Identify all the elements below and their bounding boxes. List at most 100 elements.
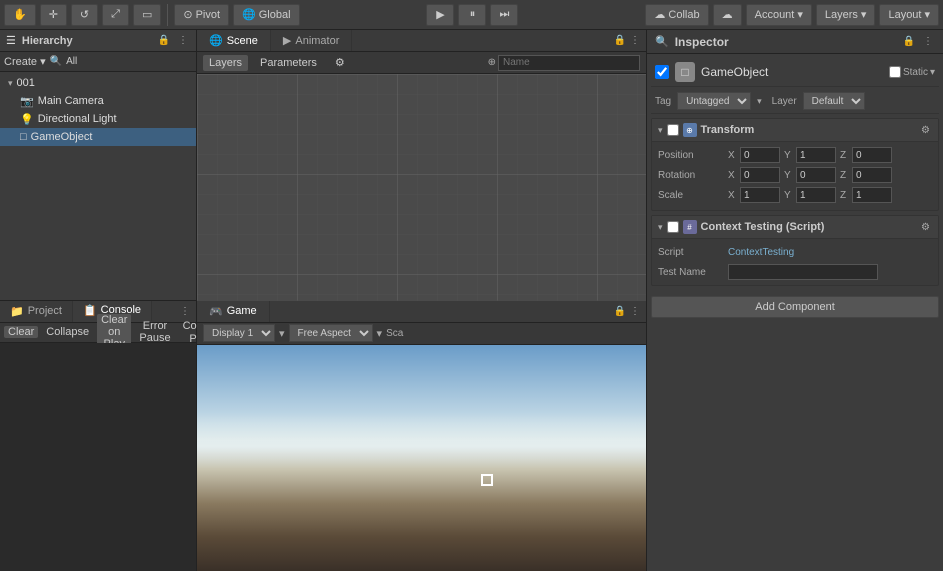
- hierarchy-lock-button[interactable]: 🔒: [156, 35, 172, 46]
- scale-x-group: X: [728, 187, 780, 203]
- inspector-lock-button[interactable]: 🔒: [901, 36, 917, 47]
- pos-z-input[interactable]: [852, 147, 892, 163]
- scale-fields: X Y Z: [728, 187, 932, 203]
- tab-animator[interactable]: ▶ Animator: [271, 30, 353, 51]
- pivot-button[interactable]: ⊙ Pivot: [174, 4, 229, 26]
- animator-parameters-label: Parameters: [260, 57, 317, 69]
- project-console-menu[interactable]: ⋮: [178, 306, 192, 317]
- test-name-row: Test Name: [658, 263, 932, 281]
- move-tool-button[interactable]: ✛: [40, 4, 67, 26]
- game-view[interactable]: [197, 345, 646, 571]
- left-panel: ☰ Hierarchy 🔒 ⋮ Create ▾ 🔍 All ▾ 001: [0, 30, 197, 571]
- layers-button[interactable]: Layers ▾: [816, 4, 876, 26]
- layout-button[interactable]: Layout ▾: [879, 4, 939, 26]
- transform-enable[interactable]: [667, 124, 679, 136]
- context-testing-settings-button[interactable]: ⚙: [919, 222, 932, 233]
- rot-x-input[interactable]: [740, 167, 780, 183]
- context-testing-header[interactable]: ▾ # Context Testing (Script) ⚙: [652, 216, 938, 239]
- transform-header[interactable]: ▾ ⊕ Transform ⚙: [652, 119, 938, 142]
- console-error-pause-button[interactable]: Error Pause: [135, 320, 174, 344]
- position-row: Position X Y Z: [658, 146, 932, 164]
- rot-x-axis: X: [728, 170, 738, 181]
- game-panel-menu[interactable]: ⋮: [628, 306, 642, 317]
- rect-tool-button[interactable]: ▭: [133, 4, 161, 26]
- tab-scene[interactable]: 🌐 Scene: [197, 30, 271, 51]
- game-panel-lock[interactable]: 🔒: [612, 306, 628, 317]
- scale-tool-button[interactable]: ⤢: [102, 4, 129, 26]
- scene-panel-menu[interactable]: ⋮: [628, 35, 642, 46]
- project-console-panel: 📁 Project 📋 Console ⋮ Clear Collapse: [0, 301, 196, 571]
- scene-grid-canvas[interactable]: [197, 74, 646, 301]
- gameobject-active-checkbox[interactable]: [655, 65, 669, 79]
- tab-project[interactable]: 📁 Project: [0, 301, 73, 322]
- scale-row: Scale X Y Z: [658, 186, 932, 204]
- gameobject-icon-hier: □: [20, 131, 27, 143]
- scale-z-input[interactable]: [852, 187, 892, 203]
- rot-y-input[interactable]: [796, 167, 836, 183]
- hierarchy-item-gameobject[interactable]: □ GameObject: [0, 128, 196, 146]
- transform-body: Position X Y Z: [652, 142, 938, 210]
- step-button[interactable]: ⏭: [490, 4, 518, 26]
- scene-panel-lock[interactable]: 🔒: [612, 35, 628, 46]
- animator-auto-button[interactable]: ⚙: [329, 54, 351, 71]
- pos-y-axis: Y: [784, 150, 794, 161]
- pause-button[interactable]: ⏸: [458, 4, 486, 26]
- game-display-dropdown[interactable]: Display 1: [203, 324, 275, 342]
- scale-y-input[interactable]: [796, 187, 836, 203]
- cloud-button[interactable]: ☁: [713, 4, 742, 26]
- add-component-button[interactable]: Add Component: [651, 296, 939, 318]
- animator-layers-button[interactable]: Layers: [203, 55, 248, 71]
- pos-x-input[interactable]: [740, 147, 780, 163]
- tag-layer-row: Tag Untagged ▾ Layer Default: [651, 89, 939, 114]
- hierarchy-item-001[interactable]: ▾ 001: [0, 74, 196, 92]
- animator-parameters-button[interactable]: Parameters: [254, 55, 323, 71]
- position-label: Position: [658, 150, 728, 161]
- console-clear-button[interactable]: Clear: [4, 326, 38, 338]
- hierarchy-item-directional-light[interactable]: 💡 Directional Light: [0, 110, 196, 128]
- pos-y-input[interactable]: [796, 147, 836, 163]
- rot-z-input[interactable]: [852, 167, 892, 183]
- global-button[interactable]: 🌐 Global: [233, 4, 300, 26]
- scale-y-axis: Y: [784, 190, 794, 201]
- animator-search-input[interactable]: [498, 55, 640, 71]
- layers-dropdown-icon: ▾: [861, 8, 867, 21]
- inspector-icon: 🔍: [655, 35, 669, 48]
- rotate-tool-button[interactable]: ↺: [71, 4, 98, 26]
- separator-1: [167, 4, 168, 26]
- hand-tool-button[interactable]: ✋: [4, 4, 36, 26]
- pos-x-group: X: [728, 147, 780, 163]
- game-aspect-dropdown[interactable]: Free Aspect: [289, 324, 373, 342]
- hierarchy-item-001-label: 001: [17, 77, 35, 89]
- layer-label: Layer: [772, 96, 797, 107]
- console-content: [0, 343, 196, 571]
- pos-x-axis: X: [728, 150, 738, 161]
- game-scale-label: Sca: [386, 328, 403, 339]
- play-button[interactable]: ▶: [426, 4, 454, 26]
- hierarchy-item-main-camera[interactable]: 📷 Main Camera: [0, 92, 196, 110]
- account-label: Account: [755, 9, 795, 21]
- game-tab-bar: 🎮 Game 🔒 ⋮: [197, 301, 646, 323]
- hierarchy-menu-button[interactable]: ⋮: [176, 35, 190, 46]
- hierarchy-create-button[interactable]: Create ▾: [4, 55, 46, 68]
- inspector-menu-button[interactable]: ⋮: [921, 36, 935, 47]
- aspect-dropdown-icon: ▾: [377, 327, 383, 340]
- context-testing-enable[interactable]: [667, 221, 679, 233]
- collab-button[interactable]: ☁ Collab: [645, 4, 708, 26]
- hierarchy-item-gameobject-label: GameObject: [31, 131, 93, 143]
- tag-dropdown[interactable]: Untagged: [677, 92, 751, 110]
- collab-label: Collab: [668, 9, 699, 21]
- console-collapse-button[interactable]: Collapse: [42, 326, 93, 338]
- hierarchy-item-main-camera-label: Main Camera: [38, 95, 104, 107]
- console-clear-label: Clear: [8, 326, 34, 338]
- test-name-input[interactable]: [728, 264, 878, 280]
- pos-z-group: Z: [840, 147, 892, 163]
- layer-dropdown[interactable]: Default: [803, 92, 865, 110]
- account-button[interactable]: Account ▾: [746, 4, 812, 26]
- static-checkbox[interactable]: [889, 66, 901, 78]
- transform-settings-button[interactable]: ⚙: [919, 125, 932, 136]
- light-icon: 💡: [20, 113, 34, 126]
- scale-x-input[interactable]: [740, 187, 780, 203]
- create-dropdown-icon: ▾: [40, 56, 46, 68]
- tab-game[interactable]: 🎮 Game: [197, 301, 270, 322]
- scene-tab-label: Scene: [227, 35, 258, 47]
